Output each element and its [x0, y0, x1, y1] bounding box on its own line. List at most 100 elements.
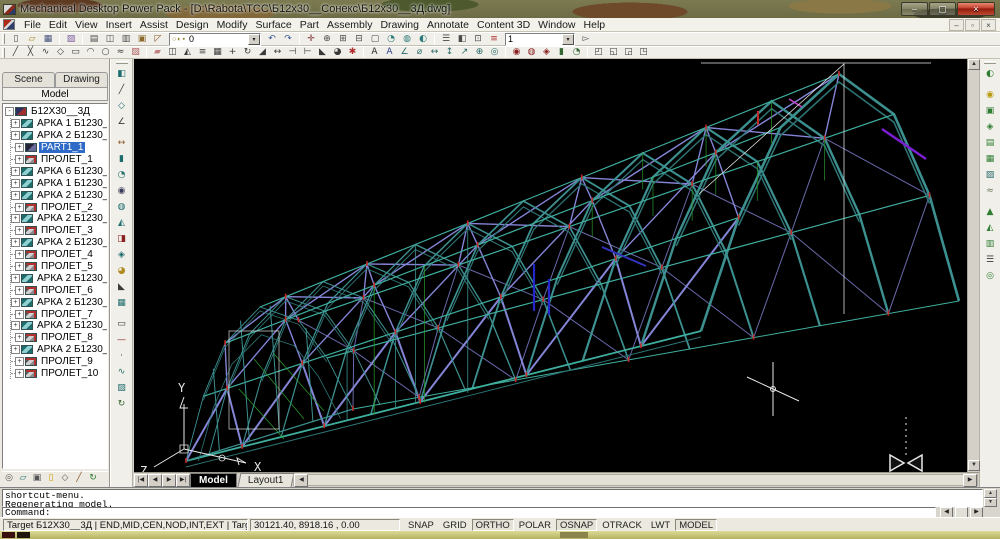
dropdown-arrow-icon[interactable]: ▾ — [248, 34, 260, 45]
sketch-dimension-button[interactable]: ↔ — [113, 135, 131, 151]
tree-item-root[interactable]: -Б12X30__3Д — [5, 106, 107, 118]
collapse-toggle[interactable]: - — [5, 107, 14, 116]
tree-item-арка-2-б1230-8[interactable]: +АРКА 2 Б1230_8 — [11, 320, 107, 332]
landscape-library-button[interactable]: ▥ — [981, 236, 999, 252]
menu-edit[interactable]: Edit — [45, 19, 71, 31]
profile-sketch-button[interactable]: ◇ — [113, 98, 131, 114]
horizontal-scrollbar[interactable]: ◀ ▶ — [293, 474, 978, 486]
revolve-button[interactable]: ◔ — [569, 46, 584, 59]
fog-button[interactable]: ≈ — [981, 183, 999, 199]
tree-item-пролет-3[interactable]: +ПРОЛЕТ_3 — [11, 225, 107, 237]
copy-clip-button[interactable]: ▥ — [118, 33, 134, 46]
expand-toggle[interactable]: + — [15, 369, 24, 378]
new-file-button[interactable]: ▯ — [8, 33, 24, 46]
union-button[interactable]: ◉ — [509, 46, 524, 59]
expand-toggle[interactable]: + — [11, 321, 20, 330]
hide-objects-button[interactable]: ◍ — [399, 33, 415, 46]
tree-item-арка-1-б1230-1[interactable]: +АРКА 1 Б1230_1 — [11, 118, 107, 130]
layer-combo[interactable]: ○◐▪0▾ — [169, 33, 261, 46]
prev-tab-button[interactable]: ◀ — [148, 474, 162, 487]
extrude-button[interactable]: ▮ — [554, 46, 569, 59]
menu-modify[interactable]: Modify — [213, 19, 252, 31]
redo-button[interactable]: ↷ — [280, 33, 296, 46]
chamfer-feature-button[interactable]: ◣ — [113, 279, 131, 295]
tree-item-пролет-10[interactable]: +ПРОЛЕТ_10 — [11, 368, 107, 380]
render-statistics-button[interactable]: ☰ — [981, 252, 999, 268]
layout1-tab[interactable]: Layout1 — [237, 473, 294, 487]
copy-object-button[interactable]: ◫ — [165, 46, 180, 59]
tree-item-пролет-2[interactable]: +ПРОЛЕТ_2 — [11, 201, 107, 213]
menu-drawing[interactable]: Drawing — [376, 19, 423, 31]
expand-toggle[interactable]: + — [11, 179, 20, 188]
expand-toggle[interactable]: + — [15, 310, 24, 319]
expand-toggle[interactable]: + — [15, 262, 24, 271]
expand-toggle[interactable]: + — [11, 191, 20, 200]
expand-toggle[interactable]: + — [15, 155, 24, 164]
zoom-window-button[interactable]: ⊞ — [335, 33, 351, 46]
menu-part[interactable]: Part — [296, 19, 323, 31]
browser-scene-button[interactable]: ▯ — [44, 472, 58, 485]
snap-toggle[interactable]: SNAP — [404, 519, 438, 531]
render-scene-button[interactable]: ◐ — [415, 33, 431, 46]
tree-item-арка-2-б1230-4[interactable]: +АРКА 2 Б1230_4 — [11, 237, 107, 249]
close-button[interactable]: × — [957, 2, 995, 16]
landscape-new-button[interactable]: ▲ — [981, 204, 999, 220]
tree-item-арка-2-б1230-7[interactable]: +АРКА 2 Б1230_7 — [11, 296, 107, 308]
lwt-toggle[interactable]: LWT — [647, 519, 674, 531]
menu-help[interactable]: Help — [580, 19, 610, 31]
tree-item-арка-2-б1230-3[interactable]: +АРКА 2 Б1230_3 — [11, 213, 107, 225]
browser-drawing-button[interactable]: ◇ — [58, 472, 72, 485]
command-history[interactable]: shortcut-menu. Regenerating model. — [2, 489, 983, 507]
tree-item-арка-1-б1230-2[interactable]: +АРКА 1 Б1230_2 — [11, 177, 107, 189]
landscape-edit-button[interactable]: ◭ — [981, 220, 999, 236]
pattern-feature-button[interactable]: ▦ — [113, 295, 131, 311]
center-mark-button[interactable]: ◎ — [487, 46, 502, 59]
menu-window[interactable]: Window — [534, 19, 579, 31]
menu-insert[interactable]: Insert — [102, 19, 136, 31]
title-bar[interactable]: Mechanical Desktop Power Pack - [D:\Rabo… — [0, 0, 1000, 18]
tree-item-пролет-6[interactable]: +ПРОЛЕТ_6 — [11, 284, 107, 296]
stretch-button[interactable]: ↔ — [270, 46, 285, 59]
toolbar-grip[interactable] — [984, 61, 996, 64]
tree-item-part1-1[interactable]: +PART1_1 — [11, 142, 107, 154]
viewport-1-button[interactable]: ◰ — [591, 46, 606, 59]
drawing-area[interactable]: YZX ▲ ▼ |◀ ◀ ▶ ▶| Model Layout1 ◀ ▶ — [134, 59, 979, 487]
multiline-text-button[interactable]: A — [382, 46, 397, 59]
menu-view[interactable]: View — [71, 19, 102, 31]
tree-item-пролет-4[interactable]: +ПРОЛЕТ_4 — [11, 249, 107, 261]
mirror-button[interactable]: ◭ — [180, 46, 195, 59]
expand-toggle[interactable]: + — [11, 214, 20, 223]
toolbar-grip[interactable] — [116, 61, 128, 64]
inquiry-distance-button[interactable]: ≡ — [486, 33, 502, 46]
3d-path-button[interactable]: ∿ — [113, 364, 131, 380]
expand-toggle[interactable]: + — [11, 167, 20, 176]
viewport-2-button[interactable]: ◱ — [606, 46, 621, 59]
tree-item-арка-2-б1230-9[interactable]: +АРКА 2 Б1230_9 — [11, 344, 107, 356]
part-modeling-button[interactable]: ◧ — [113, 66, 131, 82]
dropdown-arrow-icon[interactable]: ▾ — [562, 34, 574, 45]
split-feature-button[interactable]: ◨ — [113, 231, 131, 247]
tree-item-пролет-9[interactable]: +ПРОЛЕТ_9 — [11, 356, 107, 368]
subtract-button[interactable]: ◍ — [524, 46, 539, 59]
object-properties-button[interactable]: ☰ — [438, 33, 454, 46]
expand-toggle[interactable]: + — [11, 238, 20, 247]
menu-design[interactable]: Design — [172, 19, 213, 31]
hatch-button[interactable]: ▨ — [128, 46, 143, 59]
revolve-feature-button[interactable]: ◔ — [113, 167, 131, 183]
tree-item-пролет-8[interactable]: +ПРОЛЕТ_8 — [11, 332, 107, 344]
viewport-4-button[interactable]: ◳ — [636, 46, 651, 59]
tree-item-арка-2-б1230-2[interactable]: +АРКА 2 Б1230_2 — [11, 189, 107, 201]
last-tab-button[interactable]: ▶| — [176, 474, 190, 487]
maximize-button[interactable]: ▢ — [929, 2, 956, 16]
move-button[interactable]: + — [225, 46, 240, 59]
spline-button[interactable]: ≈ — [113, 46, 128, 59]
menu-assist[interactable]: Assist — [136, 19, 172, 31]
scroll-right-button[interactable]: ▶ — [963, 474, 977, 487]
history-scrollbar[interactable]: ▲ ▼ — [984, 489, 997, 507]
expand-toggle[interactable]: + — [11, 345, 20, 354]
polar-toggle[interactable]: POLAR — [515, 519, 555, 531]
explode-button[interactable]: ✱ — [345, 46, 360, 59]
mapping-button[interactable]: ▦ — [981, 151, 999, 167]
linear-dimension-button[interactable]: ↔ — [427, 46, 442, 59]
expand-toggle[interactable]: + — [11, 298, 20, 307]
